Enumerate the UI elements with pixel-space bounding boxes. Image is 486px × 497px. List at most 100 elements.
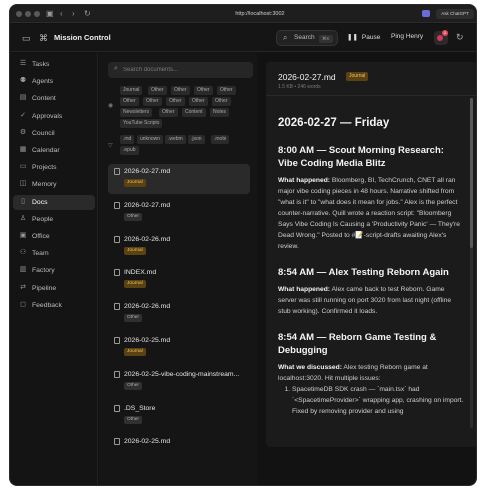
search-shortcut: ⌘K [319, 35, 333, 43]
file-list-item[interactable]: 2026-02-27.md Other [108, 198, 250, 228]
reload-icon[interactable]: ↻ [84, 8, 91, 20]
sidebar-item-approvals[interactable]: ✓ Approvals [13, 109, 95, 124]
filter-chip[interactable]: .epub [120, 146, 139, 155]
list-item: SpacetimeDB SDK crash — `main.tsx` had `… [292, 384, 464, 417]
notifications-button[interactable]: 1 [434, 30, 448, 45]
address-bar[interactable]: http://localhost:3002 [210, 9, 310, 19]
ask-chatgpt-button[interactable]: Ask ChatGPT [436, 9, 474, 19]
filter-chip[interactable]: .mobi [211, 135, 230, 144]
back-icon[interactable]: ‹ [60, 8, 63, 20]
file-name: .DS_Store [124, 404, 156, 412]
filter-chip[interactable]: YouTube Scripts [120, 119, 163, 128]
file-tag: Other [124, 415, 142, 424]
close-window-button[interactable] [16, 11, 22, 17]
maximize-window-button[interactable] [34, 11, 40, 17]
approvals-icon: ✓ [20, 111, 26, 119]
file-list-item[interactable]: 2026-02-25.md Journal [108, 333, 250, 363]
document-list-panel: ⌕ ◉ ▽ JournalOtherOtherOtherOtherOtherOt… [99, 53, 257, 485]
file-tag: Journal [124, 280, 146, 289]
filter-chip[interactable]: .md [120, 135, 135, 144]
sidebar-item-people[interactable]: ♙ People [13, 212, 95, 227]
filter-chip[interactable]: Other [212, 97, 231, 106]
team-icon: ⚇ [19, 249, 27, 257]
sidebar-item-label: Calendar [32, 147, 60, 154]
section-paragraph: What we discussed: Alex testing Reborn g… [278, 364, 428, 382]
filter-chip[interactable]: Other [166, 97, 185, 106]
file-list-item[interactable]: 2026-02-27.md Journal [108, 164, 250, 194]
filter-chip[interactable]: Newsletters [120, 108, 153, 117]
file-icon [114, 438, 120, 446]
document-scrollbar[interactable] [470, 98, 473, 428]
council-icon: ⚙ [19, 128, 27, 136]
sidebar-item-memory[interactable]: ◫ Memory [13, 177, 95, 192]
sidebar-item-content[interactable]: ▤ Content [13, 91, 95, 106]
sidebar-item-label: Office [32, 233, 50, 240]
sidebar-item-projects[interactable]: ▭ Projects [13, 160, 95, 175]
global-search-button[interactable]: ⌕ Search ⌘K [276, 30, 338, 46]
filter-chip[interactable]: Other [148, 86, 167, 95]
file-list-item[interactable]: 2026-02-25-vibe-coding-mainstream... Othe… [108, 367, 250, 397]
pause-icon: ❚❚ [347, 34, 358, 41]
section-paragraph: What happened: Alex came back to test Re… [278, 286, 452, 315]
file-name: 2026-02-25.md [124, 337, 171, 344]
feedback-icon: ◻ [20, 300, 26, 308]
file-list-item[interactable]: 2026-02-26.md Journal [108, 232, 250, 262]
sidebar-collapse-icon[interactable]: ▭ [22, 32, 31, 44]
search-label: Search [294, 34, 315, 41]
document-search[interactable]: ⌕ [108, 62, 253, 78]
file-tag: Journal [124, 348, 146, 356]
pipeline-icon: ⇄ [20, 283, 26, 291]
scrollbar-thumb[interactable] [470, 98, 473, 248]
file-name: 2026-02-26.md [124, 303, 171, 311]
filter-chip[interactable]: Journal [120, 86, 143, 95]
search-icon: ⌕ [283, 33, 288, 42]
filter-chip[interactable]: Other [217, 86, 236, 95]
agents-icon: ⚉ [19, 77, 27, 85]
filter-chip[interactable]: Other [159, 108, 178, 117]
type-filter-icon: ▽ [108, 143, 113, 149]
file-icon [114, 404, 120, 412]
filter-chip[interactable]: Other [171, 86, 190, 95]
sidebar-item-factory[interactable]: ▥ Factory [13, 263, 95, 278]
section-paragraph: What happened: Bloomberg, BI, TechCrunch… [278, 177, 461, 250]
extension-icon[interactable] [422, 10, 430, 17]
forward-icon[interactable]: › [72, 8, 75, 20]
refresh-icon[interactable]: ↻ [456, 32, 464, 43]
pause-button[interactable]: ❚❚ Pause [347, 33, 380, 41]
sidebar-item-council[interactable]: ⚙ Council [13, 126, 95, 141]
sidebar-item-calendar[interactable]: ▦ Calendar [13, 143, 95, 158]
filter-chip[interactable]: unknown [137, 135, 164, 144]
document-search-input[interactable] [123, 64, 248, 76]
filter-chip[interactable]: Other [120, 97, 139, 106]
filter-chip[interactable]: .json [188, 135, 205, 144]
sidebar-item-label: Content [32, 95, 56, 103]
file-name: 2026-02-26.md [124, 235, 171, 243]
sidebar-item-feedback[interactable]: ◻ Feedback [13, 298, 95, 313]
ping-henry-button[interactable]: Ping Henry [391, 33, 423, 40]
file-list-item[interactable]: 2026-02-26.md Other [108, 299, 250, 329]
sidebar-item-agents[interactable]: ⚉ Agents [13, 74, 95, 89]
sidebar-toggle-icon[interactable]: ▣ [46, 8, 54, 20]
filter-chip[interactable]: Content [182, 108, 206, 117]
sidebar-item-label: Approvals [32, 112, 63, 120]
file-list-item[interactable]: INDEX.md Journal [108, 265, 250, 295]
sidebar-item-tasks[interactable]: ☰ Tasks [13, 57, 95, 72]
filter-chip[interactable]: Other [189, 97, 208, 106]
file-list-item[interactable]: .DS_Store Other [108, 401, 250, 431]
sidebar-item-pipeline[interactable]: ⇄ Pipeline [13, 281, 95, 296]
file-list-item[interactable]: 2026-02-25.md [108, 434, 250, 464]
document-viewer: 2026-02-27.md Journal 1.5 KB • 246 words… [266, 62, 476, 447]
sidebar-item-office[interactable]: ▣ Office [13, 229, 95, 244]
filter-chip[interactable]: Other [194, 86, 213, 95]
file-icon [114, 235, 120, 243]
projects-icon: ▭ [19, 163, 27, 171]
sidebar-item-docs[interactable]: ▯ Docs [13, 194, 95, 210]
filter-chip[interactable]: Other [143, 97, 162, 106]
sidebar-item-team[interactable]: ⚇ Team [13, 246, 95, 261]
filter-chip[interactable]: .webm [165, 135, 186, 144]
filter-chip[interactable]: Notes [210, 108, 230, 117]
minimize-window-button[interactable] [25, 11, 31, 17]
content-icon: ▤ [19, 94, 27, 102]
notification-icon [437, 35, 443, 41]
file-name: 2026-02-25-vibe-coding-mainstream... [124, 370, 240, 378]
